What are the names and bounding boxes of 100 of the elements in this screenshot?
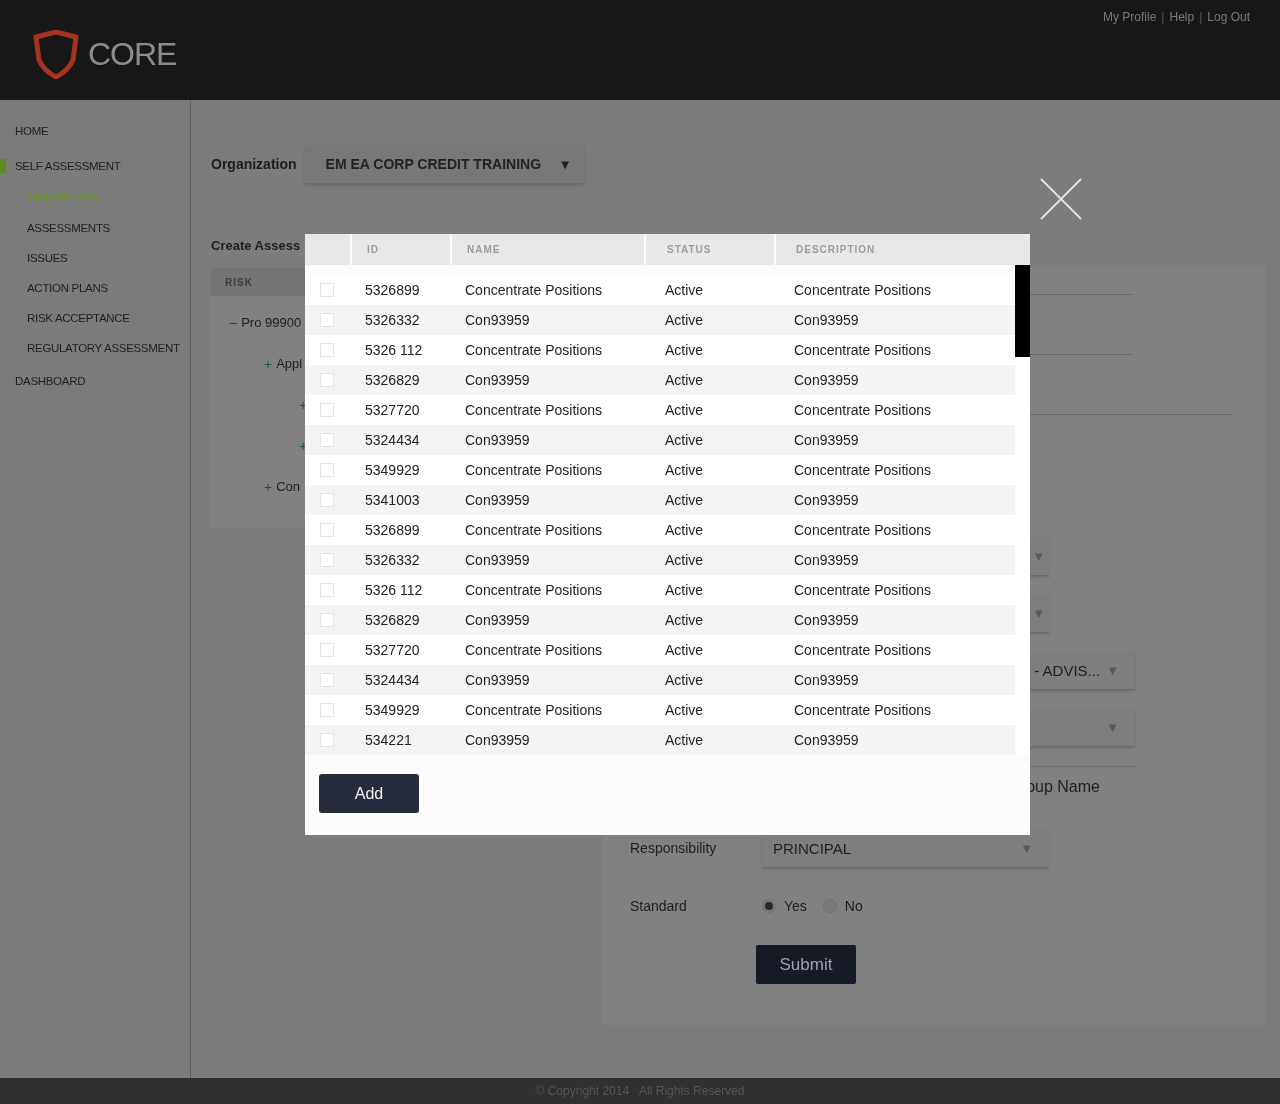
table-cell-text: Con93959 [793, 371, 860, 390]
sidebar-item[interactable]: HOME [0, 113, 190, 148]
row-checkbox[interactable] [320, 373, 334, 387]
sidebar-subitem[interactable]: RISK ACCEPTANCE [0, 303, 190, 333]
table-cell-text: Active [664, 671, 705, 690]
sidebar-subitem[interactable]: ISSUES [0, 243, 190, 273]
table-cell-text: Con93959 [793, 551, 860, 570]
header-link[interactable]: Help [1169, 10, 1195, 24]
table-cell-text: Con93959 [793, 311, 860, 330]
table-cell-text: Concentrate Positions [464, 701, 603, 720]
tree-toggle[interactable]: + [264, 478, 273, 495]
table-cell-text: Con93959 [464, 491, 531, 510]
submit-button[interactable]: Submit [756, 945, 856, 984]
table-cell-text: Concentrate Positions [793, 341, 932, 360]
table-cell-text: Concentrate Positions [464, 641, 603, 660]
radio-label: Yes [784, 898, 807, 914]
row-checkbox[interactable] [320, 283, 334, 297]
field-label: Standard [630, 898, 688, 914]
table-cell-text: Active [664, 581, 705, 600]
table-cell-text: Active [664, 641, 705, 660]
link-separator: | [1161, 10, 1165, 24]
table-cell-text: Active [664, 551, 705, 570]
row-checkbox[interactable] [320, 403, 334, 417]
header-link[interactable]: My Profile [1103, 10, 1157, 24]
table-cell-text: Active [664, 461, 705, 480]
table-cell-text: 5326829 [364, 611, 421, 630]
table-cell-text: 5349929 [364, 701, 421, 720]
row-checkbox[interactable] [320, 733, 334, 747]
table-cell-text: 534221 [364, 731, 413, 750]
table-cell-text: 5341003 [364, 491, 421, 510]
row-checkbox[interactable] [320, 343, 334, 357]
tree-toggle[interactable]: − [229, 314, 238, 331]
table-cell-text: Active [664, 371, 705, 390]
row-checkbox[interactable] [320, 493, 334, 507]
table-cell-text: Concentrate Positions [793, 461, 932, 480]
table-cell-text: Concentrate Positions [464, 461, 603, 480]
table-cell-text: Con93959 [793, 671, 860, 690]
table-cell-text: Active [664, 731, 705, 750]
sidebar-subitem[interactable]: REGULATORY ASSESSMENT [0, 333, 190, 363]
table-cell-text: 5349929 [364, 461, 421, 480]
link-separator: | [1199, 10, 1203, 24]
add-button[interactable]: Add [319, 774, 419, 813]
row-checkbox[interactable] [320, 553, 334, 567]
close-icon[interactable] [1040, 178, 1082, 220]
field-label: Responsibility [630, 840, 718, 856]
row-checkbox[interactable] [320, 613, 334, 627]
tree-node-label: Con [276, 479, 301, 494]
row-checkbox[interactable] [320, 313, 334, 327]
table-cell-text: Active [664, 491, 705, 510]
table-cell-text: Con93959 [464, 551, 531, 570]
table-cell-text: Concentrate Positions [793, 641, 932, 660]
sidebar-item[interactable]: SELF ASSESSMENT [0, 148, 190, 183]
table-cell-text: Con93959 [464, 611, 531, 630]
table-cell-text: Active [664, 401, 705, 420]
table-cell-text: Concentrate Positions [464, 401, 603, 420]
scrollbar[interactable] [1015, 265, 1030, 755]
table-cell-text: Con93959 [464, 371, 531, 390]
row-checkbox[interactable] [320, 463, 334, 477]
tree-toggle[interactable]: + [264, 355, 273, 372]
table-cell-text: 5327720 [364, 641, 421, 660]
table-cell-text: Concentrate Positions [793, 281, 932, 300]
table-cell-text: 5326 112 [364, 341, 424, 360]
row-checkbox[interactable] [320, 673, 334, 687]
table-cell-text: Con93959 [464, 731, 531, 750]
sidebar-item[interactable]: DASHBOARD [0, 363, 190, 398]
table-cell-text: 5326332 [364, 311, 421, 330]
row-checkbox[interactable] [320, 643, 334, 657]
table-cell-text: Concentrate Positions [793, 701, 932, 720]
radio-label: No [844, 898, 863, 914]
table-cell-text: 5327720 [364, 401, 421, 420]
column-header[interactable]: STATUS [644, 234, 774, 265]
tree-node-label: Appl [276, 356, 303, 371]
column-header[interactable]: NAME [450, 234, 644, 265]
table-cell-text: Active [664, 281, 705, 300]
row-checkbox[interactable] [320, 433, 334, 447]
table-cell-text: Active [664, 701, 705, 720]
radio-button[interactable] [762, 899, 776, 913]
sidebar-subitem[interactable]: ASSESSMENTS [0, 213, 190, 243]
table-cell-text: Con93959 [464, 431, 531, 450]
row-checkbox[interactable] [320, 703, 334, 717]
header-link[interactable]: Log Out [1207, 10, 1250, 24]
table-cell-text: Active [664, 341, 705, 360]
field-label: Organization [211, 156, 297, 172]
table-cell-text: Concentrate Positions [793, 401, 932, 420]
table-cell-text: Active [664, 611, 705, 630]
column-header[interactable]: ID [350, 234, 450, 265]
table-cell-text: 5326 112 [364, 581, 424, 600]
table-cell-text: Active [664, 521, 705, 540]
sidebar-subitem[interactable]: ACTION PLANS [0, 273, 190, 303]
table-cell-text: Active [664, 431, 705, 450]
table-cell-text: 5326829 [364, 371, 421, 390]
table-cell-text: 5324434 [364, 431, 421, 450]
organization-select[interactable]: EM EA CORP CREDIT TRAINING ▼ [304, 145, 584, 183]
table-cell-text: Con93959 [793, 431, 860, 450]
logo-text: CORE [88, 36, 177, 73]
row-checkbox[interactable] [320, 583, 334, 597]
table-cell-text: Con93959 [464, 671, 531, 690]
table-cell-text: 5326332 [364, 551, 421, 570]
table-cell-text: Concentrate Positions [464, 521, 603, 540]
row-checkbox[interactable] [320, 523, 334, 537]
